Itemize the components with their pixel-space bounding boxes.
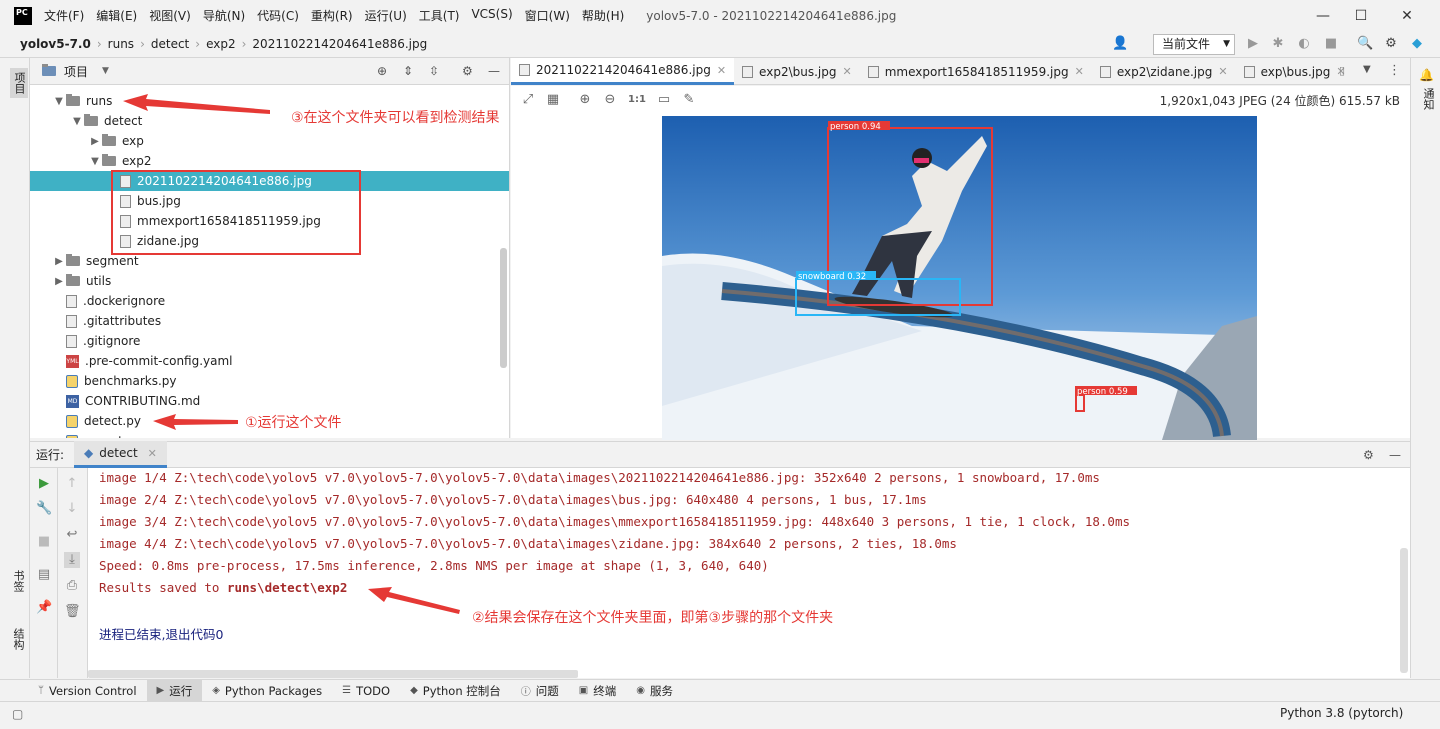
exp2-highlight-box — [111, 170, 361, 255]
arrow-to-runs — [123, 94, 270, 114]
annotation-step1: ①运行这个文件 — [245, 415, 342, 431]
arrow-to-results — [368, 587, 460, 614]
annotation-step2: ②结果会保存在这个文件夹里面，即第③步骤的那个文件夹 — [472, 610, 834, 626]
annotation-step3: ③在这个文件夹可以看到检测结果 — [291, 110, 500, 126]
arrow-to-detect — [153, 414, 238, 430]
